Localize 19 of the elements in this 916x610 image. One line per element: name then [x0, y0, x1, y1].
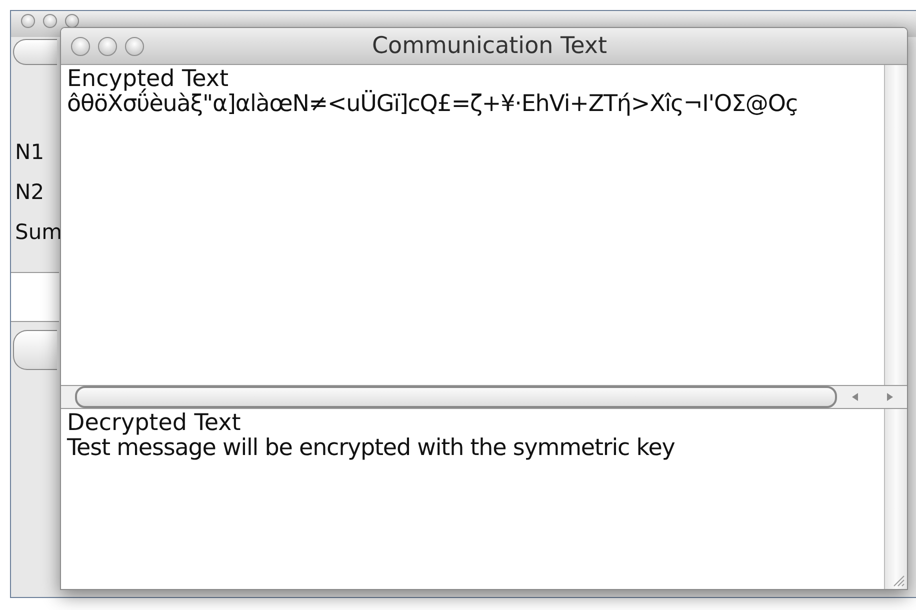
field-label: Sum	[14, 220, 64, 244]
pane-heading: Encypted Text	[67, 67, 229, 92]
minimize-icon[interactable]	[98, 36, 117, 56]
minimize-icon[interactable]	[43, 14, 57, 28]
pill-button[interactable]	[13, 39, 57, 65]
pill-button[interactable]	[13, 330, 57, 370]
close-icon[interactable]	[21, 14, 35, 28]
resize-grip-icon[interactable]	[891, 573, 905, 587]
field-label: N2	[14, 180, 46, 204]
pane-heading: Decrypted Text	[67, 411, 241, 436]
zoom-icon[interactable]	[65, 14, 79, 28]
window-title: Communication Text	[372, 33, 608, 59]
field-label: N1	[14, 140, 46, 164]
left-arrow-icon[interactable]	[850, 393, 858, 401]
decrypted-text: Test message will be encrypted with the symmetric key	[67, 436, 675, 461]
right-arrow-icon[interactable]	[886, 393, 894, 401]
zoom-icon[interactable]	[125, 36, 144, 56]
input-field[interactable]	[11, 272, 59, 322]
close-icon[interactable]	[71, 36, 90, 56]
